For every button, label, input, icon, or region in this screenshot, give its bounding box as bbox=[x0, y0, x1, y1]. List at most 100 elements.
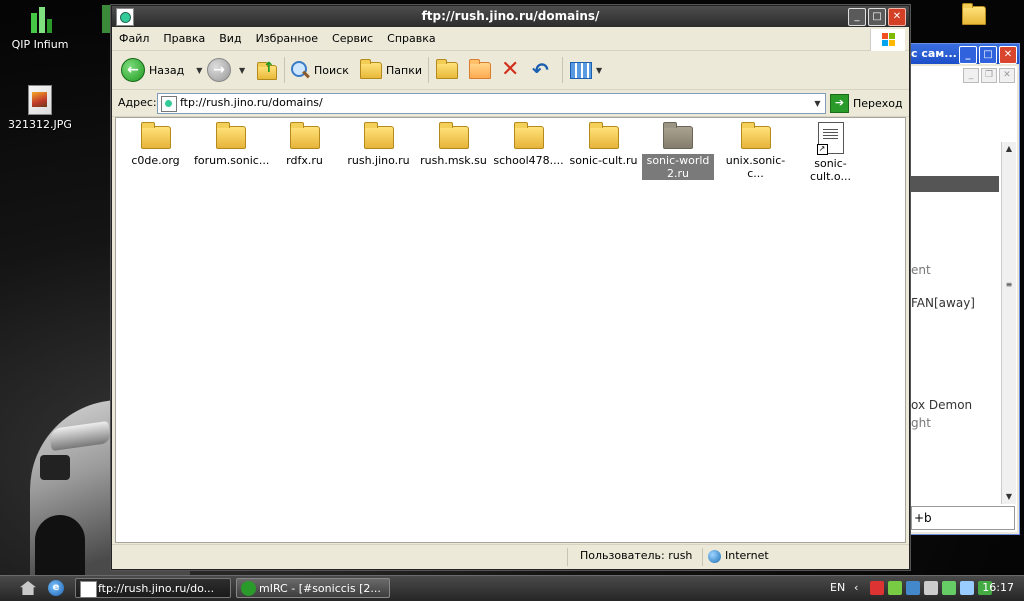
mdi-minimize-button[interactable]: _ bbox=[963, 68, 979, 83]
undo-button[interactable]: ↶ bbox=[532, 56, 549, 84]
folder-icon bbox=[289, 122, 320, 149]
desktop-icon-321312-jpg[interactable]: 321312.JPG bbox=[0, 85, 80, 131]
folders-label: Папки bbox=[386, 63, 422, 77]
status-zone: Internet bbox=[708, 549, 769, 563]
close-button[interactable]: ✕ bbox=[888, 8, 906, 26]
tray-qip-icon[interactable] bbox=[888, 581, 902, 595]
folder-icon bbox=[215, 122, 246, 149]
status-zone-label: Internet bbox=[725, 549, 769, 562]
taskbar-item-explorer[interactable]: ftp://rush.jino.ru/do... bbox=[75, 578, 231, 598]
move-to-button[interactable] bbox=[436, 56, 458, 84]
folder-item-selected[interactable]: sonic-world2.ru bbox=[642, 122, 714, 180]
window-title: ftp://rush.jino.ru/domains/ bbox=[421, 9, 600, 23]
file-list[interactable]: c0de.org forum.sonic... rdfx.ru rush.jin… bbox=[115, 117, 906, 543]
start-button[interactable] bbox=[8, 579, 36, 598]
menu-help[interactable]: Справка bbox=[380, 28, 442, 50]
views-button[interactable]: ▼ bbox=[570, 56, 602, 84]
folder-item[interactable]: forum.sonic... bbox=[193, 122, 270, 167]
background-window[interactable]: с сам... _ □ ✕ _ ❐ ✕ ent FAN[away] ox De… bbox=[906, 43, 1020, 535]
back-dropdown-icon[interactable]: ▼ bbox=[196, 66, 202, 75]
shortcut-name: sonic-cult.o... bbox=[810, 157, 851, 183]
language-indicator[interactable]: EN bbox=[830, 581, 845, 594]
mdi-restore-button[interactable]: ❐ bbox=[981, 68, 997, 83]
internet-globe-icon bbox=[708, 549, 721, 563]
folder-item[interactable]: sonic-cult.ru bbox=[566, 122, 641, 167]
search-label: Поиск bbox=[314, 63, 349, 77]
folder-item[interactable]: rdfx.ru bbox=[267, 122, 342, 167]
folder-item[interactable]: c0de.org bbox=[118, 122, 193, 167]
address-bar: Адрес: ftp://rush.jino.ru/domains/ ▼ ➔ П… bbox=[112, 90, 909, 117]
nick-line: ent bbox=[911, 263, 931, 277]
shortcut-item[interactable]: ↗ sonic-cult.o... bbox=[793, 122, 868, 183]
status-user: Пользователь: rush bbox=[580, 549, 693, 562]
home-icon bbox=[20, 581, 36, 595]
up-button[interactable]: ↑ bbox=[257, 56, 277, 84]
menu-view[interactable]: Вид bbox=[212, 28, 248, 50]
tray-network-icon[interactable] bbox=[906, 581, 920, 595]
window-titlebar[interactable]: ftp://rush.jino.ru/domains/ _ □ ✕ bbox=[112, 6, 909, 27]
menu-file[interactable]: Файл bbox=[112, 28, 156, 50]
tray-bluetooth-icon[interactable] bbox=[960, 581, 974, 595]
minimize-button[interactable]: _ bbox=[848, 8, 866, 26]
taskbar-item-mirc[interactable]: mIRC - [#soniccis [2... bbox=[236, 578, 390, 598]
copy-to-button[interactable] bbox=[469, 56, 491, 84]
address-input[interactable]: ftp://rush.jino.ru/domains/ ▼ bbox=[157, 93, 826, 114]
folder-name: rdfx.ru bbox=[286, 154, 323, 167]
scroll-up-icon[interactable]: ▲ bbox=[1002, 142, 1016, 156]
toolbar: ← Назад ▼ → ▼ ↑ Поиск Папки ✕ ↶ ▼ bbox=[112, 51, 909, 90]
car-tyre bbox=[35, 515, 85, 575]
copy-to-folder-icon bbox=[469, 58, 491, 79]
address-value: ftp://rush.jino.ru/domains/ bbox=[180, 96, 323, 109]
desktop-folder-shortcut[interactable] bbox=[962, 3, 986, 25]
address-dropdown-icon[interactable]: ▼ bbox=[810, 94, 825, 113]
clock[interactable]: 16:17 bbox=[982, 581, 1014, 594]
close-button[interactable]: ✕ bbox=[999, 46, 1017, 64]
folder-item[interactable]: rush.msk.su bbox=[416, 122, 491, 167]
tray-app-icon[interactable] bbox=[870, 581, 884, 595]
car-grille bbox=[40, 455, 70, 480]
undo-icon: ↶ bbox=[532, 58, 549, 82]
folder-item[interactable]: unix.sonic-c... bbox=[718, 122, 793, 180]
delete-button[interactable]: ✕ bbox=[501, 56, 519, 84]
internet-explorer-quicklaunch-icon[interactable]: e bbox=[48, 580, 64, 596]
explorer-window[interactable]: ftp://rush.jino.ru/domains/ _ □ ✕ Файл Пр… bbox=[111, 5, 910, 570]
folder-name: rush.jino.ru bbox=[347, 154, 410, 167]
minimize-button[interactable]: _ bbox=[959, 46, 977, 64]
background-window-titlebar[interactable]: с сам... _ □ ✕ bbox=[907, 44, 1019, 64]
address-label: Адрес: bbox=[118, 96, 157, 109]
mdi-close-button[interactable]: ✕ bbox=[999, 68, 1015, 83]
go-button[interactable]: ➔ Переход bbox=[830, 93, 903, 113]
taskbar-item-label: ftp://rush.jino.ru/do... bbox=[98, 582, 215, 595]
forward-dropdown-icon[interactable]: ▼ bbox=[239, 66, 245, 75]
nicklist-scrollbar[interactable]: ▲ ≡ ▼ bbox=[1001, 142, 1016, 504]
tray-volume-icon[interactable] bbox=[924, 581, 938, 595]
back-button[interactable]: ← Назад ▼ bbox=[121, 56, 202, 84]
folder-item[interactable]: rush.jino.ru bbox=[341, 122, 416, 167]
folder-item[interactable]: school478.... bbox=[491, 122, 566, 167]
taskbar-item-label: mIRC - [#soniccis [2... bbox=[259, 582, 381, 595]
folder-icon bbox=[513, 122, 544, 149]
forward-arrow-icon: → bbox=[207, 58, 231, 82]
scroll-grip-icon[interactable]: ≡ bbox=[1002, 278, 1016, 292]
show-hidden-icons-icon[interactable]: ‹ bbox=[854, 581, 858, 594]
scroll-down-icon[interactable]: ▼ bbox=[1002, 490, 1016, 504]
message-input[interactable]: +b bbox=[911, 506, 1015, 530]
menu-favorites[interactable]: Избранное bbox=[249, 28, 325, 50]
search-button[interactable]: Поиск bbox=[290, 56, 349, 84]
folder-name: forum.sonic... bbox=[194, 154, 270, 167]
views-dropdown-icon[interactable]: ▼ bbox=[596, 66, 602, 75]
folder-icon bbox=[140, 122, 171, 149]
nick-line: FAN[away] bbox=[911, 296, 975, 310]
search-icon bbox=[290, 60, 310, 80]
forward-button[interactable]: → ▼ bbox=[207, 56, 245, 84]
go-arrow-icon: ➔ bbox=[830, 93, 849, 113]
maximize-button[interactable]: □ bbox=[868, 8, 886, 26]
move-to-folder-icon bbox=[436, 58, 458, 79]
ftp-location-icon bbox=[161, 96, 177, 112]
menu-edit[interactable]: Правка bbox=[156, 28, 212, 50]
maximize-button[interactable]: □ bbox=[979, 46, 997, 64]
tray-user-icon[interactable] bbox=[942, 581, 956, 595]
menu-tools[interactable]: Сервис bbox=[325, 28, 380, 50]
folders-icon bbox=[360, 58, 382, 79]
folders-button[interactable]: Папки bbox=[360, 56, 422, 84]
